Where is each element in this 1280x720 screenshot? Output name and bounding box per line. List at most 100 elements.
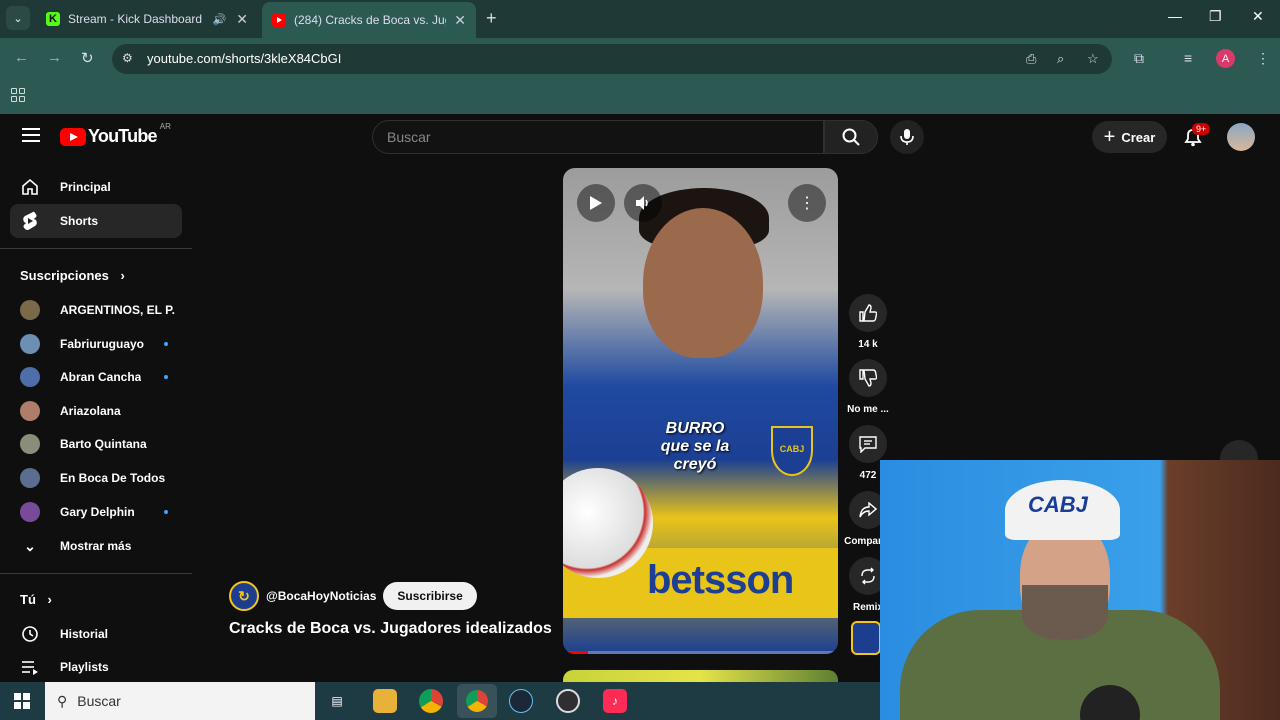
short-title: Cracks de Boca vs. Jugadores idealizados [229,620,552,637]
channel-audio-thumbnail[interactable] [851,621,881,655]
subscription-name: En Boca De Todos [60,471,166,485]
sidebar-item-label: Principal [60,180,111,194]
youtube-logo[interactable]: YouTube AR [60,122,171,147]
hamburger-menu-icon[interactable] [22,128,40,142]
bookmark-star-icon[interactable]: ☆ [1087,51,1099,67]
you-heading[interactable]: Tú › [20,592,52,607]
dislike-button[interactable]: No me ... [847,359,889,415]
subscribe-button[interactable]: Suscribirse [383,582,477,610]
channel-avatar [20,501,40,522]
close-tab-icon[interactable]: ✕ [236,11,248,28]
chrome-profile-icon[interactable] [457,684,497,718]
channel-avatar [20,300,40,320]
sidebar-subscription-item[interactable]: Gary Delphin [20,497,180,527]
search-button[interactable] [824,120,878,154]
dislike-icon [859,369,877,387]
subscription-name: Abran Cancha [60,370,142,385]
taskbar-search-label: Buscar [77,693,121,709]
chrome-menu-icon[interactable]: ⋮ [1256,50,1270,67]
back-icon[interactable]: ← [14,49,29,66]
tiktok-icon[interactable]: ♪ [603,689,627,713]
channel-avatar [20,468,40,488]
address-bar[interactable]: ⚙ youtube.com/shorts/3kleX84CbGI ⎙ ⌕ ☆ [112,44,1112,74]
comment-icon [859,436,877,453]
show-more-button[interactable]: ⌄ Mostrar más [20,531,180,561]
account-avatar[interactable] [1227,123,1255,151]
voice-search-button[interactable] [890,120,924,154]
site-info-icon[interactable]: ⚙ [122,51,133,65]
subscription-name: Ariazolana [60,403,121,418]
windows-start-icon[interactable] [14,693,30,709]
sidebar-item-label: Playlists [60,660,109,674]
video-caption-overlay: BURRO que se la creyó [660,420,730,473]
sidebar-item-principal[interactable]: Principal [10,170,182,204]
browser-tab-strip: ⌄ K Stream - Kick Dashboard 🔊 ✕ (284) Cr… [0,0,1280,38]
search-input[interactable] [373,121,823,153]
channel-avatar[interactable]: ↻ [229,581,259,611]
more-vertical-icon: ⋮ [799,195,815,212]
country-code: AR [159,122,171,131]
file-explorer-icon[interactable] [373,689,397,713]
speaker-icon[interactable]: 🔊 [213,13,227,26]
search-icon [842,128,860,146]
windows-taskbar: ⚲ Buscar ▤ ♪ [0,682,880,720]
subscriptions-heading-text: Suscripciones [20,268,109,283]
channel-avatar [20,434,40,455]
taskbar-search-box[interactable]: ⚲ Buscar [45,682,315,720]
tab-youtube-short[interactable]: (284) Cracks de Boca vs. Jugadores ideal… [262,2,476,38]
sidebar-subscription-item[interactable]: ARGENTINOS, EL P... [20,295,180,325]
sidebar-item-historial[interactable]: Historial [20,619,180,649]
more-options-button[interactable]: ⋮ [788,184,826,222]
browser-toolbar: ← → ↻ ⚙ youtube.com/shorts/3kleX84CbGI ⎙… [0,38,1280,80]
reload-icon[interactable]: ↻ [81,49,94,67]
sidebar-subscription-item[interactable]: Ariazolana [20,396,180,426]
play-button[interactable] [577,184,615,222]
search-icon: ⚲ [57,692,68,709]
media-control-icon[interactable]: ≡ [1184,50,1192,66]
short-video-player[interactable]: betsson BURRO que se la creyó CABJ ⋮ [563,168,838,654]
channel-avatar [20,367,40,388]
video-progress-bar[interactable] [563,651,838,654]
tab-title: Stream - Kick Dashboard [68,12,203,26]
close-tab-icon[interactable]: ✕ [454,12,466,29]
new-tab-icon[interactable]: + [486,8,497,29]
kick-icon: K [46,12,60,26]
tab-search-chevron-icon[interactable]: ⌄ [6,6,30,30]
create-button[interactable]: + Crear [1092,121,1167,153]
chrome-icon[interactable] [419,689,443,713]
webcam-cap-text: CABJ [1028,492,1088,517]
channel-avatar [20,400,40,421]
obs-icon[interactable] [556,689,580,713]
minimize-icon[interactable]: — [1168,8,1182,24]
sidebar-subscription-item[interactable]: Barto Quintana [20,429,180,459]
subscription-name: Fabriuruguayo [60,336,145,351]
install-app-icon[interactable]: ⎙ [1026,51,1036,67]
steam-icon[interactable] [509,689,533,713]
apps-grid-icon[interactable] [11,88,25,102]
volume-button[interactable] [624,184,662,222]
search-field[interactable] [372,120,824,154]
sidebar-subscription-item[interactable]: Abran Cancha [20,362,180,392]
zoom-icon[interactable]: ⌕ [1057,51,1064,67]
close-window-icon[interactable]: ✕ [1252,8,1264,25]
microphone-icon [900,129,914,145]
sidebar-item-playlists[interactable]: Playlists [20,652,180,682]
tab-kick-dashboard[interactable]: K Stream - Kick Dashboard 🔊 ✕ [36,4,258,34]
youtube-play-icon [60,127,86,146]
restore-icon[interactable]: ❐ [1209,8,1222,25]
forward-icon[interactable]: → [47,49,62,66]
channel-avatar [20,333,40,354]
url-text[interactable]: youtube.com/shorts/3kleX84CbGI [147,51,341,66]
subscriptions-heading[interactable]: Suscripciones › [20,268,125,283]
history-icon [20,624,40,644]
task-view-icon[interactable]: ▤ [325,689,349,713]
channel-handle[interactable]: @BocaHoyNoticias [266,589,376,603]
extensions-icon[interactable]: ⧉ [1134,50,1144,67]
profile-avatar[interactable]: A [1216,49,1235,68]
club-crest: CABJ [771,426,813,476]
sidebar-item-shorts[interactable]: Shorts [10,204,182,238]
chevron-right-icon: › [47,592,52,607]
sidebar-subscription-item[interactable]: En Boca De Todos [20,463,180,493]
like-button[interactable]: 14 k [848,294,888,350]
sidebar-subscription-item[interactable]: Fabriuruguayo [20,329,180,359]
